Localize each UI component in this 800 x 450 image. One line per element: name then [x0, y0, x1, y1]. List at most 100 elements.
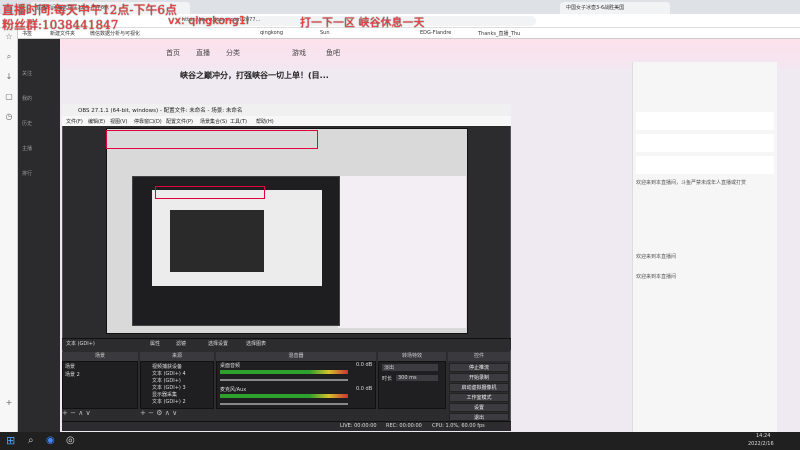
volume-slider[interactable] — [220, 403, 348, 405]
duration-label: 时长 — [382, 376, 393, 382]
nav-category[interactable]: 分类 — [226, 48, 240, 58]
selected-source-name: 文本 (GDI+) — [66, 341, 95, 347]
audio-meter — [220, 394, 348, 398]
bookmark-item[interactable]: qingkong — [260, 30, 283, 36]
sources-dock-title: 来源 — [140, 352, 214, 361]
menu-view[interactable]: 视图(V) — [110, 118, 127, 125]
nested-text-selection — [155, 186, 265, 199]
virtual-camera-button[interactable]: 启动虚拟摄像机 — [449, 383, 509, 392]
clock-date: 2022/2/16 — [748, 441, 774, 447]
source-item[interactable]: 显示器采集 — [152, 391, 177, 398]
history-icon[interactable]: ◷ — [4, 112, 14, 122]
studio-mode-button[interactable]: 工作室模式 — [449, 393, 509, 402]
remove-icon[interactable]: − — [148, 409, 156, 417]
menu-tools[interactable]: 工具(T) — [230, 118, 247, 125]
scene-item[interactable]: 场景 — [65, 363, 75, 370]
menu-file[interactable]: 文件(F) — [66, 118, 83, 125]
sidebar-item[interactable]: 主播 — [22, 145, 56, 152]
text-source-selection[interactable] — [106, 130, 318, 149]
windows-start-icon[interactable]: ⊞ — [6, 434, 15, 447]
sidebar-item[interactable]: 关注 — [22, 70, 56, 77]
audio-meter — [220, 370, 348, 374]
controls-dock-title: 控件 — [448, 352, 510, 361]
browser-tab[interactable]: 中国女子冰壶3-6战胜美国 — [560, 2, 670, 14]
search-icon[interactable]: ⌕ — [4, 52, 14, 62]
clock-time: 14:24 — [756, 433, 771, 439]
preview-douyu-capture — [338, 176, 466, 328]
mixer-dock-title: 混音器 — [216, 352, 376, 361]
down-icon[interactable]: ∨ — [172, 409, 177, 417]
cpu-fps: CPU: 1.0%, 60.00 fps — [432, 423, 485, 429]
search-icon[interactable]: ⌕ — [28, 435, 34, 446]
transitions-dock-title: 转场特效 — [378, 352, 446, 361]
transition-select[interactable]: 淡出 — [382, 364, 438, 371]
sources-toolbar: + − ⚙ ∧ ∨ — [140, 409, 214, 421]
nav-home[interactable]: 首页 — [166, 48, 180, 58]
sidebar-item[interactable]: 排行 — [22, 170, 56, 177]
nav-live[interactable]: 直播 — [196, 48, 210, 58]
fan-group-overlay: 粉丝群:1038441847 — [2, 18, 119, 32]
menu-profile[interactable]: 配置文件(P) — [166, 118, 193, 125]
slogan-overlay: 打一下一区 峡谷休息一天 — [300, 16, 425, 29]
windows-taskbar: ⊞ ⌕ ◉ ◎ 14:24 2022/2/16 — [0, 432, 800, 450]
chat-icon[interactable]: ▢ — [4, 92, 14, 102]
chat-message: 欢迎来到本直播间，斗鱼严禁未成年人直播或打赏 — [636, 180, 747, 186]
scenes-toolbar: + − ∧ ∨ — [62, 409, 138, 421]
sidebar-item[interactable]: 历史 — [22, 120, 56, 127]
chat-message: 欢迎来到本直播间 — [636, 274, 677, 280]
gear-icon[interactable]: ⚙ — [156, 409, 165, 417]
rec-timer: REC: 00:00:00 — [386, 423, 422, 429]
source-toolbar — [62, 338, 511, 350]
obs-icon[interactable]: ◎ — [66, 435, 75, 446]
filters-button[interactable]: 滤镜 — [176, 340, 186, 347]
add-icon[interactable]: + — [4, 398, 14, 408]
up-icon[interactable]: ∧ — [78, 409, 85, 417]
menu-edit[interactable]: 编辑(E) — [88, 118, 105, 125]
source-item[interactable]: 视频捕获设备 — [152, 363, 182, 370]
add-icon[interactable]: + — [62, 409, 70, 417]
select-chart-button[interactable]: 选择图表 — [246, 340, 266, 347]
down-icon[interactable]: ∨ — [86, 409, 91, 417]
star-icon[interactable]: ☆ — [4, 32, 14, 42]
mixer-channel-label: 麦克风/Aux — [220, 387, 247, 393]
preview-nested-obs-2 — [170, 210, 264, 272]
up-icon[interactable]: ∧ — [165, 409, 172, 417]
chrome-icon[interactable]: ◉ — [46, 435, 55, 446]
select-settings-button[interactable]: 选择设置 — [208, 340, 228, 347]
source-item[interactable]: 文本 (GDI+) 3 — [152, 384, 186, 391]
source-item[interactable]: 文本 (GDI+) 2 — [152, 398, 186, 405]
obs-title: OBS 27.1.1 (64-bit, windows) - 配置文件: 未命名… — [62, 104, 511, 116]
bookmark-item[interactable]: Sun — [320, 30, 330, 36]
duration-input[interactable]: 300 ms — [396, 375, 438, 381]
stop-streaming-button[interactable]: 停止推流 — [449, 363, 509, 372]
room-title: 峡谷之巅冲分，打强峡谷一切上单！(目... — [180, 71, 329, 80]
scene-item[interactable]: 场景 2 — [65, 371, 80, 378]
remove-icon[interactable]: − — [70, 409, 78, 417]
mixer-channel-db: 0.0 dB — [356, 362, 373, 368]
chat-message: 欢迎来到本直播间 — [636, 254, 677, 260]
source-item[interactable]: 文本 (GDI+) 4 — [152, 370, 186, 377]
rank-row — [636, 112, 774, 130]
add-icon[interactable]: + — [140, 409, 148, 417]
volume-slider[interactable] — [220, 379, 348, 381]
properties-button[interactable]: 属性 — [150, 340, 160, 347]
bookmark-item[interactable]: EDG-Flandre — [420, 30, 451, 36]
start-recording-button[interactable]: 开始录制 — [449, 373, 509, 382]
menu-help[interactable]: 帮助(H) — [256, 118, 274, 125]
live-timer: LIVE: 00:00:00 — [340, 423, 377, 429]
wechat-overlay: vx: qingkong1i — [168, 14, 249, 27]
nav-games[interactable]: 游戏 — [292, 48, 306, 58]
browser-side-rail: ☆ ⌕ ↓ ▢ ◷ + — [0, 28, 18, 432]
exit-button[interactable]: 退出 — [449, 413, 509, 421]
nav-fishbar[interactable]: 鱼吧 — [326, 48, 340, 58]
source-item[interactable]: 文本 (GDI+) — [152, 377, 181, 384]
bookmark-item[interactable]: Thanks_直播_Thu — [478, 30, 520, 37]
scenes-dock-title: 场景 — [62, 352, 138, 361]
rank-row — [636, 134, 774, 152]
sidebar-item[interactable]: 我的 — [22, 95, 56, 102]
menu-scene-collection[interactable]: 场景集合(S) — [200, 118, 227, 125]
settings-button[interactable]: 设置 — [449, 403, 509, 412]
download-icon[interactable]: ↓ — [4, 72, 14, 82]
menu-docks[interactable]: 停靠窗口(D) — [134, 118, 162, 125]
obs-menubar — [62, 116, 511, 126]
